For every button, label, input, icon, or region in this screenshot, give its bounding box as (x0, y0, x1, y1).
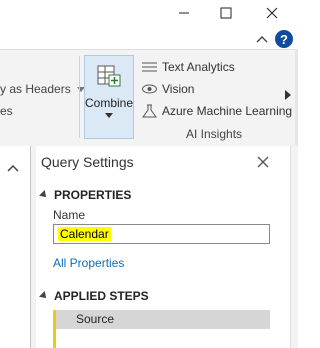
headers-label: y as Headers (0, 82, 71, 96)
text-analytics-label: Text Analytics (162, 60, 235, 74)
close-icon (257, 156, 269, 168)
maximize-icon (220, 7, 232, 19)
use-first-row-as-headers-button[interactable]: y as Headers (0, 82, 86, 96)
minimize-icon (179, 12, 189, 14)
rows-button[interactable]: es (0, 104, 13, 118)
pane-edge (290, 146, 298, 348)
query-settings-title: Query Settings (41, 154, 134, 170)
queries-pane (0, 146, 31, 348)
rows-label: es (0, 104, 13, 118)
applied-steps-list: Source (53, 310, 270, 348)
maximize-button[interactable] (204, 0, 248, 26)
query-settings-pane: Query Settings PROPERTIES Name Calendar … (36, 146, 290, 348)
query-name-input[interactable]: Calendar (53, 224, 270, 244)
title-bar (0, 0, 298, 28)
text-analytics-icon (142, 62, 157, 71)
collapse-ribbon-button[interactable] (255, 32, 269, 46)
azure-machine-learning-label: Azure Machine Learning (162, 104, 293, 118)
name-label: Name (53, 208, 86, 222)
combine-label: Combine (85, 96, 134, 110)
help-button[interactable]: ? (275, 30, 293, 48)
close-icon (266, 7, 278, 19)
step-label: Source (76, 312, 115, 326)
properties-header-label: PROPERTIES (54, 188, 132, 202)
chevron-up-icon (256, 36, 268, 43)
applied-steps-section-header[interactable]: APPLIED STEPS (39, 289, 149, 303)
vision-button[interactable]: Vision (142, 82, 194, 96)
collapse-triangle-icon (39, 190, 49, 200)
all-properties-link[interactable]: All Properties (53, 256, 124, 270)
applied-step-item[interactable]: Source (53, 310, 270, 329)
help-icon: ? (280, 31, 288, 47)
queries-pane-collapse-button[interactable] (7, 160, 19, 178)
minimize-button[interactable] (162, 0, 206, 26)
ribbon-scroll-right-button[interactable] (283, 86, 295, 104)
chevron-up-icon (7, 164, 19, 172)
close-window-button[interactable] (250, 0, 294, 26)
combine-icon (97, 65, 121, 87)
ai-insights-group-label: AI Insights (186, 127, 243, 141)
query-name-value: Calendar (58, 227, 111, 241)
ribbon-edge (295, 49, 298, 145)
close-query-settings-button[interactable] (256, 155, 270, 169)
flask-icon (142, 104, 157, 118)
eye-icon (142, 84, 157, 94)
text-analytics-button[interactable]: Text Analytics (142, 60, 235, 74)
vision-label: Vision (162, 82, 195, 96)
combine-button[interactable]: Combine (84, 55, 134, 139)
ribbon-divider (79, 56, 80, 138)
applied-steps-header-label: APPLIED STEPS (54, 289, 149, 303)
step-marker (53, 329, 56, 348)
azure-machine-learning-button[interactable]: Azure Machine Learning (142, 104, 292, 118)
chevron-right-icon (285, 90, 291, 100)
properties-section-header[interactable]: PROPERTIES (39, 188, 132, 202)
collapse-triangle-icon (39, 291, 49, 301)
dropdown-arrow-icon (105, 113, 113, 118)
